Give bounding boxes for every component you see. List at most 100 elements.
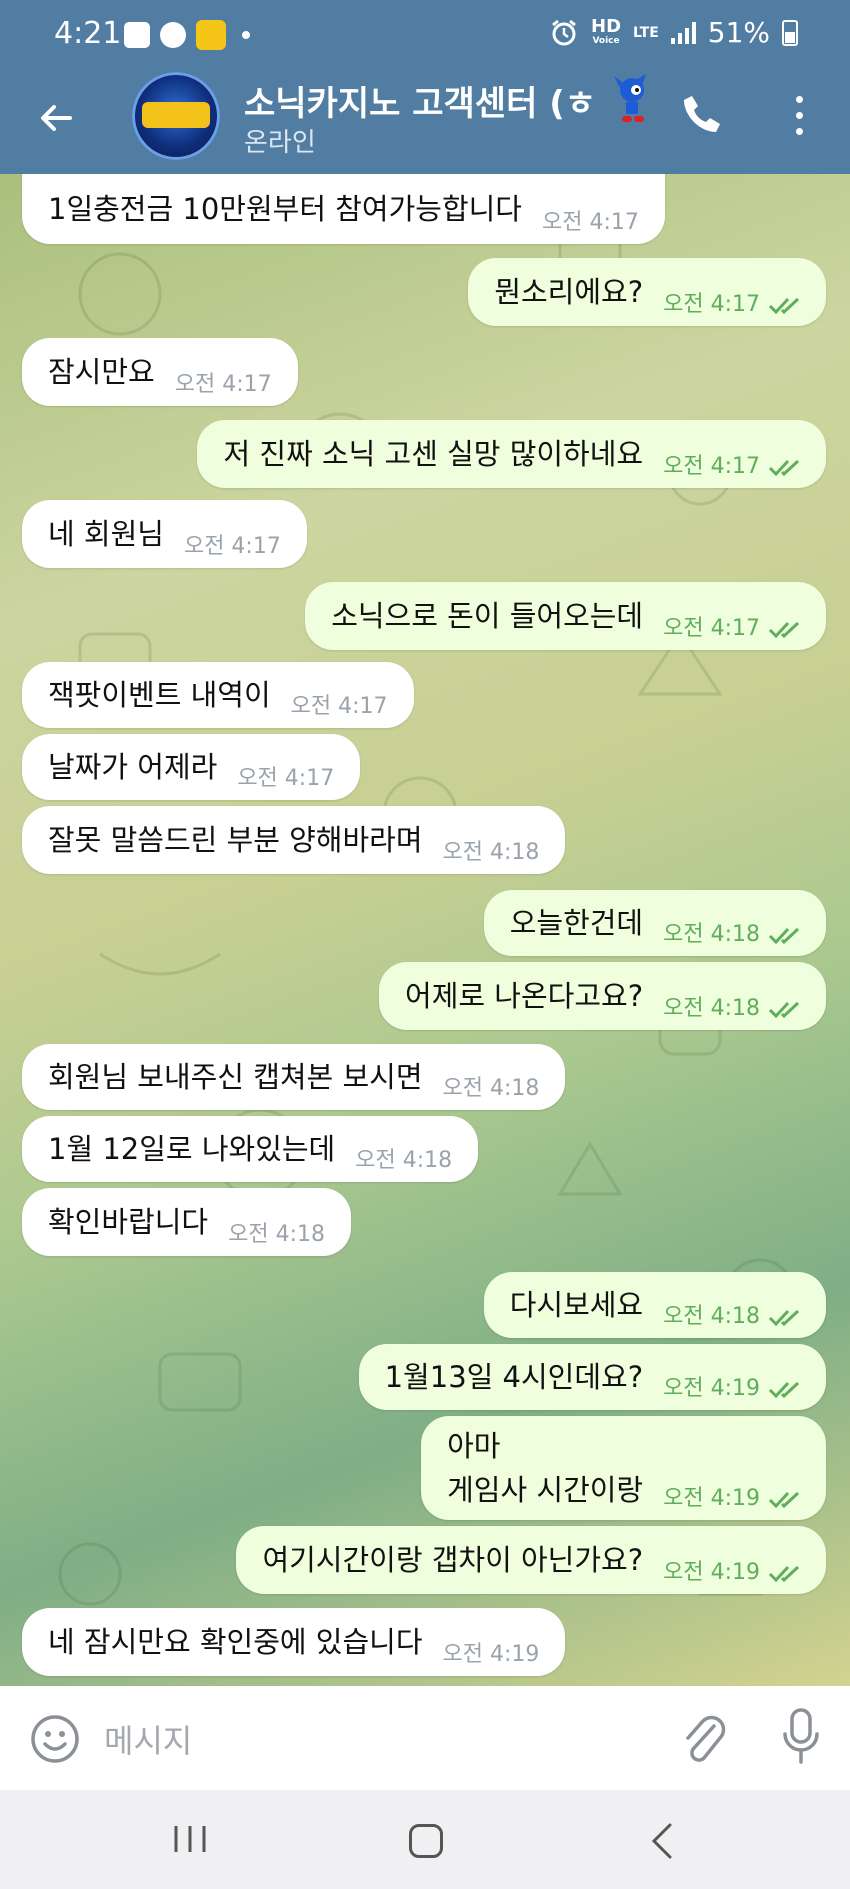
message-outgoing[interactable]: 1월13일 4시인데요? 오전 4:19 [358, 1344, 826, 1410]
message-composer: 메시지 [0, 1686, 850, 1790]
message-notification-icon [160, 22, 186, 48]
message-text: 잠시만요 [48, 355, 155, 389]
message-incoming[interactable]: 네 회원님 오전 4:17 [22, 500, 307, 568]
double-check-icon [768, 1309, 800, 1326]
message-time: 오전 4:17 [663, 286, 804, 318]
more-notifications-dot-icon [242, 31, 250, 39]
message-incoming[interactable]: 잠시만요 오전 4:17 [22, 338, 298, 406]
message-input[interactable]: 메시지 [104, 1716, 192, 1762]
network-type: LTE [633, 24, 659, 41]
message-text: 네 회원님 [48, 517, 164, 551]
recent-apps-icon[interactable] [172, 1824, 208, 1854]
message-time: 오전 4:17 [174, 372, 272, 397]
message-text: 소닉으로 돈이 들어오는데 [331, 599, 644, 633]
message-outgoing[interactable]: 다시보세요 오전 4:18 [483, 1272, 826, 1338]
message-outgoing[interactable]: 뭔소리에요? 오전 4:17 [468, 258, 826, 326]
message-text: 어제로 나온다고요? [405, 979, 644, 1013]
double-check-icon [768, 1565, 800, 1582]
message-text: 1월 12일로 나와있는데 [48, 1132, 336, 1166]
message-time: 오전 4:18 [228, 1222, 325, 1247]
battery-icon [782, 19, 798, 46]
hd-label: HD [591, 15, 622, 37]
message-text: 저 진짜 소닉 고센 실망 많이하네요 [223, 437, 644, 471]
message-time: 오전 4:17 [663, 448, 804, 480]
battery-percent: 51% [707, 16, 770, 49]
home-button-icon[interactable] [409, 1824, 443, 1858]
hd-voice-badge: HD Voice [591, 15, 622, 47]
message-incoming[interactable]: 1월 12일로 나와있는데 오전 4:18 [22, 1116, 479, 1182]
message-time: 오전 4:17 [183, 534, 281, 559]
voice-label: Voice [592, 35, 620, 46]
status-right: HD Voice LTE 51% [549, 16, 798, 49]
message-incoming[interactable]: 확인바랍니다 오전 4:18 [22, 1188, 351, 1256]
message-text: 1일충전금 10만원부터 참여가능합니다 [48, 192, 522, 226]
chat-header: 소닉카지노 고객센터 (ㅎ 온라인 [0, 72, 850, 174]
nav-back-icon[interactable] [650, 1822, 674, 1860]
message-text: 아마 게임사 시간이랑 [447, 1429, 644, 1507]
message-outgoing[interactable]: 여기시간이랑 갭차이 아닌가요? 오전 4:19 [236, 1526, 826, 1594]
system-nav-bar [0, 1790, 850, 1889]
double-check-icon [768, 459, 800, 476]
emoji-icon[interactable] [30, 1714, 80, 1764]
message-incoming[interactable]: 회원님 보내주신 캡쳐본 보시면 오전 4:18 [22, 1044, 566, 1110]
message-text: 오늘한건데 [509, 906, 644, 940]
message-incoming[interactable]: 잘못 말씀드린 부분 양해바라며 오전 4:18 [22, 806, 566, 874]
message-time: 오전 4:18 [663, 916, 804, 948]
message-incoming[interactable]: 1일충전금 10만원부터 참여가능합니다 오전 4:17 [22, 174, 665, 244]
double-check-icon [768, 1381, 800, 1398]
double-check-icon [768, 297, 800, 314]
notification-icons [124, 20, 250, 50]
double-check-icon [768, 621, 800, 638]
message-outgoing[interactable]: 아마 게임사 시간이랑 오전 4:19 [421, 1416, 826, 1520]
alarm-icon [552, 19, 576, 45]
message-text: 날짜가 어제라 [48, 750, 218, 784]
double-check-icon [768, 1491, 800, 1508]
message-time: 오전 4:18 [663, 1298, 804, 1330]
chat-status: 온라인 [244, 128, 316, 158]
message-text: 1월13일 4시인데요? [384, 1360, 644, 1394]
message-time: 오전 4:19 [663, 1480, 804, 1512]
message-time: 오전 4:18 [355, 1148, 453, 1173]
avatar[interactable] [132, 72, 220, 160]
message-outgoing[interactable]: 소닉으로 돈이 들어오는데 오전 4:17 [305, 582, 826, 650]
double-check-icon [768, 1001, 800, 1018]
message-incoming[interactable]: 잭팟이벤트 내역이 오전 4:17 [22, 662, 414, 728]
message-time: 오전 4:17 [542, 210, 639, 235]
message-text: 확인바랍니다 [48, 1205, 209, 1239]
attach-icon[interactable] [680, 1710, 726, 1766]
message-text: 다시보세요 [509, 1288, 644, 1322]
signal-icon [670, 21, 696, 44]
message-time: 오전 4:17 [237, 766, 335, 791]
back-arrow-icon[interactable] [36, 98, 76, 138]
app-notification-icon [196, 20, 226, 50]
chat-title[interactable]: 소닉카지노 고객센터 (ㅎ [244, 76, 596, 125]
message-time: 오전 4:18 [442, 1076, 540, 1101]
message-time: 오전 4:18 [663, 990, 804, 1022]
chat-area[interactable]: 1일충전금 10만원부터 참여가능합니다 오전 4:17 뭔소리에요? 오전 4… [0, 174, 850, 1686]
message-text: 네 잠시만요 확인중에 있습니다 [48, 1625, 423, 1659]
message-text: 잭팟이벤트 내역이 [48, 678, 271, 712]
message-text: 잘못 말씀드린 부분 양해바라며 [48, 823, 423, 857]
more-vert-icon[interactable] [796, 96, 804, 136]
message-time: 오전 4:17 [663, 610, 804, 642]
message-time: 오전 4:19 [663, 1554, 804, 1586]
message-outgoing[interactable]: 어제로 나온다고요? 오전 4:18 [379, 962, 826, 1030]
status-bar: 4:21 HD Voice LTE 51% [0, 0, 850, 72]
message-outgoing[interactable]: 오늘한건데 오전 4:18 [483, 890, 826, 956]
gallery-notification-icon [124, 22, 150, 48]
top-bar: 4:21 HD Voice LTE 51% 소닉카지노 고객센터 (ㅎ 온라인 [0, 0, 850, 174]
message-incoming[interactable]: 네 잠시만요 확인중에 있습니다 오전 4:19 [22, 1608, 566, 1676]
sonic-emoji-icon [614, 74, 646, 122]
avatar-logo-band [142, 102, 210, 128]
status-time: 4:21 [54, 16, 122, 51]
message-text: 회원님 보내주신 캡쳐본 보시면 [48, 1060, 423, 1094]
phone-icon[interactable] [680, 92, 724, 136]
message-time: 오전 4:17 [290, 694, 388, 719]
message-incoming[interactable]: 날짜가 어제라 오전 4:17 [22, 734, 361, 800]
mic-icon[interactable] [782, 1708, 820, 1766]
message-outgoing[interactable]: 저 진짜 소닉 고센 실망 많이하네요 오전 4:17 [197, 420, 826, 488]
message-text: 뭔소리에요? [494, 275, 644, 309]
message-time: 오전 4:19 [663, 1370, 804, 1402]
double-check-icon [768, 927, 800, 944]
message-text: 여기시간이랑 갭차이 아닌가요? [262, 1543, 644, 1577]
